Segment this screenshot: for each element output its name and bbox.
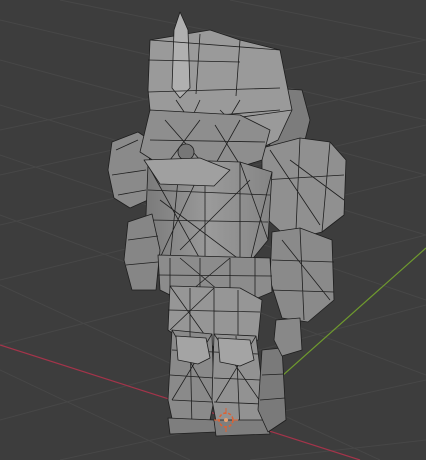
- viewport-scene[interactable]: [0, 0, 426, 460]
- helmet-eye: [177, 143, 195, 161]
- right-arm: [257, 347, 287, 433]
- 3d-viewport[interactable]: [0, 0, 426, 460]
- left-hip-plate: [123, 213, 161, 291]
- right-knee: [217, 337, 255, 367]
- right-foot: [213, 419, 271, 437]
- left-knee: [175, 335, 211, 365]
- left-foot: [167, 417, 217, 435]
